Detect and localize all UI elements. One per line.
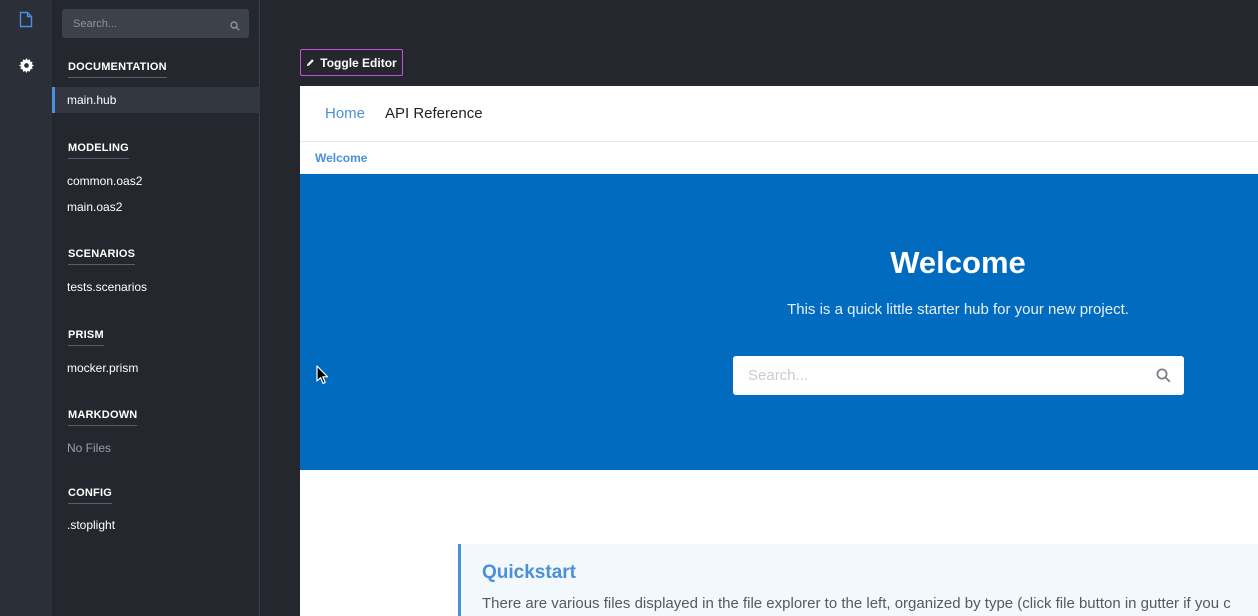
file-main-oas2[interactable]: main.oas2 <box>52 194 260 220</box>
quickstart-title: Quickstart <box>482 562 576 583</box>
file-main-hub[interactable]: main.hub <box>52 87 260 113</box>
section-prism: PRISM <box>68 329 104 346</box>
file-tests-scenarios[interactable]: tests.scenarios <box>52 274 260 300</box>
section-config: CONFIG <box>68 487 112 504</box>
toggle-editor-label: Toggle Editor <box>320 55 397 70</box>
search-icon[interactable] <box>1156 368 1171 388</box>
explorer-search-input[interactable] <box>62 9 222 38</box>
quickstart-text: There are various files displayed in the… <box>482 595 1231 612</box>
nav-api-reference[interactable]: API Reference <box>385 105 483 122</box>
explorer-search <box>62 9 249 38</box>
hero-subtitle: This is a quick little starter hub for y… <box>787 301 1129 318</box>
section-markdown: MARKDOWN <box>68 409 138 426</box>
file-icon <box>19 11 33 33</box>
breadcrumb-welcome[interactable]: Welcome <box>315 151 367 165</box>
section-documentation: DOCUMENTATION <box>68 61 167 78</box>
hero-banner: Welcome This is a quick little starter h… <box>300 174 1258 470</box>
breadcrumb: Welcome <box>300 142 1258 174</box>
settings-gutter-button[interactable] <box>0 46 52 90</box>
no-files-label: No Files <box>67 441 112 455</box>
section-modeling: MODELING <box>68 142 129 159</box>
toggle-editor-button[interactable]: Toggle Editor <box>300 49 403 76</box>
file-common-oas2[interactable]: common.oas2 <box>52 168 260 194</box>
nav-home[interactable]: Home <box>325 105 365 122</box>
mouse-cursor-icon <box>316 365 329 390</box>
hero-title: Welcome <box>890 245 1026 280</box>
file-stoplight[interactable]: .stoplight <box>52 512 260 538</box>
gear-icon <box>18 58 34 78</box>
top-nav: Home API Reference <box>300 86 1258 142</box>
quickstart-callout: Quickstart There are various files displ… <box>458 544 1258 616</box>
activity-gutter <box>0 0 52 616</box>
pencil-icon <box>306 56 315 70</box>
section-scenarios: SCENARIOS <box>68 248 136 265</box>
hero-search <box>733 356 1184 395</box>
hub-preview: Home API Reference Welcome Welcome This … <box>300 86 1258 616</box>
file-mocker-prism[interactable]: mocker.prism <box>52 355 260 381</box>
files-gutter-button[interactable] <box>0 0 52 44</box>
hero-search-input[interactable] <box>733 356 1133 395</box>
file-explorer: DOCUMENTATION main.hub MODELING common.o… <box>52 0 260 616</box>
search-icon <box>230 18 240 36</box>
